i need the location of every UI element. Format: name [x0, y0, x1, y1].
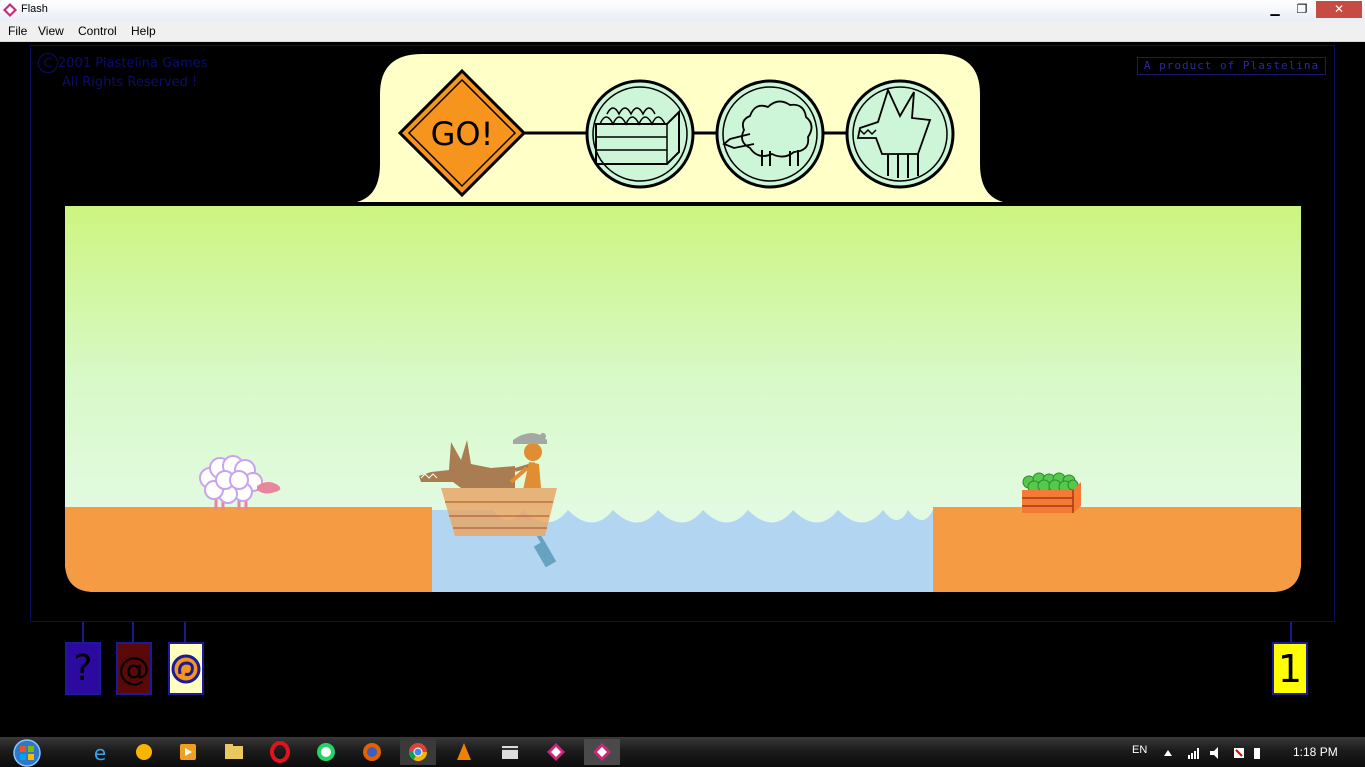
firefox-icon[interactable] — [354, 739, 390, 765]
menu-bar: File View Control Help — [0, 21, 1365, 42]
copyright-line2: All Rights Reserved ! — [62, 75, 198, 90]
plastelina-logo-button[interactable] — [168, 642, 204, 695]
connector-line — [1290, 622, 1292, 642]
window-title: Flash — [21, 3, 48, 15]
window-titlebar[interactable]: Flash ▁ ❐ ✕ — [0, 0, 1365, 21]
vlc-icon[interactable] — [446, 739, 482, 765]
taskbar-clock[interactable]: 1:18 PM — [1293, 745, 1338, 759]
chrome-icon[interactable] — [400, 739, 436, 765]
wolf-icon — [845, 79, 955, 189]
help-button[interactable]: ? — [65, 642, 101, 695]
menu-view[interactable]: View — [38, 24, 64, 38]
level-indicator: 1 — [1272, 642, 1308, 695]
opera-icon[interactable] — [262, 739, 298, 765]
minimize-button[interactable]: ▁ — [1262, 1, 1288, 18]
connector-line — [82, 622, 84, 642]
left-bank — [65, 507, 432, 592]
whatsapp-icon[interactable] — [308, 739, 344, 765]
start-button[interactable] — [8, 738, 46, 767]
contact-button[interactable]: @ — [116, 642, 152, 695]
menu-help[interactable]: Help — [131, 24, 156, 38]
connector-line — [184, 622, 186, 642]
copyright-notice: C 2001 Plastelina Games All Rights Reserv… — [38, 53, 238, 92]
plastelina-logo-icon — [171, 654, 201, 684]
weather-app-icon[interactable] — [126, 739, 162, 765]
restore-button[interactable]: ❐ — [1289, 1, 1315, 18]
copyright-symbol: C — [38, 53, 58, 73]
progress-panel: GO! — [352, 54, 1008, 204]
video-editor-icon[interactable] — [492, 739, 528, 765]
file-explorer-icon[interactable] — [216, 739, 252, 765]
system-tray-icons[interactable] — [1160, 745, 1260, 761]
language-indicator[interactable]: EN — [1132, 744, 1147, 756]
menu-control[interactable]: Control — [78, 24, 117, 38]
apples-crate-icon — [585, 79, 695, 189]
sheep-icon — [715, 79, 825, 189]
copyright-line1: 2001 Plastelina Games — [58, 56, 208, 71]
right-bank — [933, 507, 1301, 592]
close-button[interactable]: ✕ — [1316, 1, 1362, 18]
product-label: A product of Plastelina — [1137, 57, 1326, 75]
flash-window-taskbar-button[interactable] — [584, 739, 620, 765]
flash-app-icon — [3, 3, 17, 17]
media-player-icon[interactable] — [170, 739, 206, 765]
apple-crate[interactable] — [1022, 472, 1081, 513]
go-label: GO! — [431, 115, 494, 153]
svg-text:e: e — [94, 741, 106, 765]
flash-player-icon[interactable] — [538, 739, 574, 765]
connector-line — [132, 622, 134, 642]
menu-file[interactable]: File — [8, 24, 27, 38]
internet-explorer-icon[interactable]: e — [82, 739, 118, 765]
river-scene — [65, 206, 1301, 592]
